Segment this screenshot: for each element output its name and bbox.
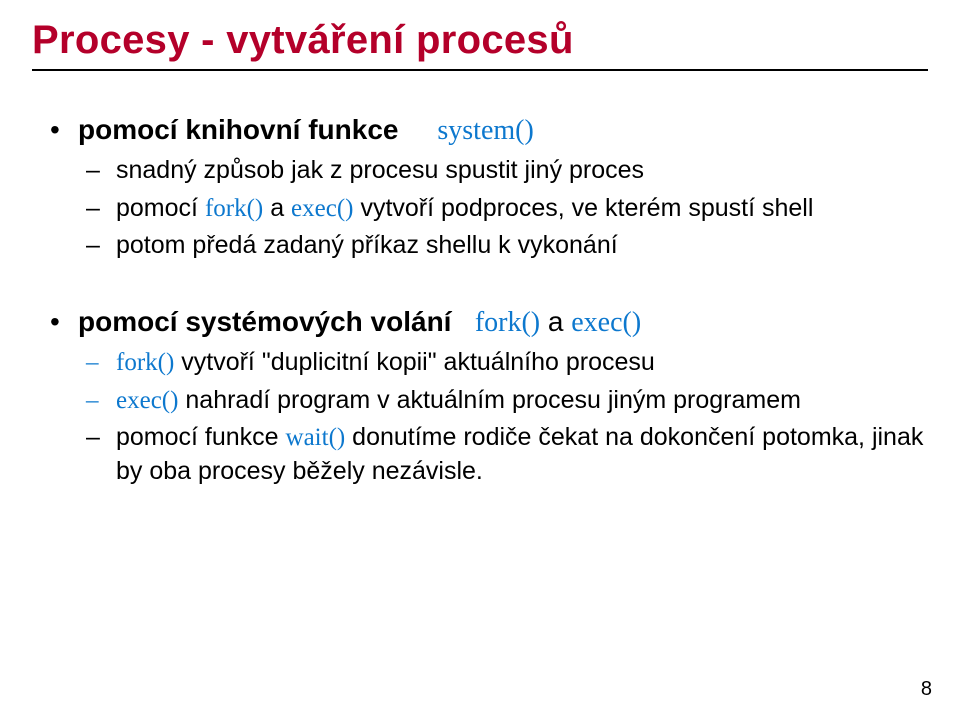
b2s3-code: wait() [286, 424, 346, 451]
title-underline [32, 69, 928, 71]
bullet-1-sub1: snadný způsob jak z procesu spustit jiný… [78, 154, 928, 188]
b2s2-code: exec() [116, 387, 178, 414]
b1s2-code2: exec() [291, 195, 353, 222]
spacer [50, 269, 928, 303]
bullet-1-sub3: potom předá zadaný příkaz shellu k vykon… [78, 229, 928, 263]
bullet-2-prefix: pomocí systémových volání [78, 306, 451, 337]
bullet-1-prefix: pomocí knihovní funkce [78, 114, 398, 145]
b2s2-text: nahradí program v aktuálním procesu jiný… [178, 386, 801, 414]
spacer-text2 [459, 306, 467, 337]
spacer-text [406, 114, 429, 145]
slide-title: Procesy - vytváření procesů [32, 18, 928, 63]
slide-content: pomocí knihovní funkce system() snadný z… [32, 111, 928, 489]
bullet-2-code2: exec() [571, 307, 641, 338]
bullet-2-code1: fork() [475, 307, 540, 338]
b1s2-prefix: pomocí [116, 194, 205, 222]
bullet-2-sub3: pomocí funkce wait() donutíme rodiče ček… [78, 421, 928, 489]
b2s3-prefix: pomocí funkce [116, 423, 286, 451]
bullet-1-code: system() [437, 115, 533, 146]
bullet-2-sublist: fork() vytvoří "duplicitní kopii" aktuál… [78, 346, 928, 489]
bullet-2-sub2: exec() nahradí program v aktuálním proce… [78, 384, 928, 418]
b2s1-text: vytvoří "duplicitní kopii" aktuálního pr… [174, 348, 655, 376]
b1s2-mid: a [263, 194, 291, 222]
b1s2-code1: fork() [205, 195, 263, 222]
bullet-1-sub2: pomocí fork() a exec() vytvoří podproces… [78, 192, 928, 226]
page-number: 8 [921, 678, 932, 701]
bullet-2-sub1: fork() vytvoří "duplicitní kopii" aktuál… [78, 346, 928, 380]
bullet-2-mid: a [540, 306, 571, 337]
b2s1-code: fork() [116, 349, 174, 376]
bullet-1: pomocí knihovní funkce system() snadný z… [50, 111, 928, 263]
bullet-1-sublist: snadný způsob jak z procesu spustit jiný… [78, 154, 928, 263]
b1s2-suffix: vytvoří podproces, ve kterém spustí shel… [354, 194, 814, 222]
bullet-list: pomocí knihovní funkce system() snadný z… [50, 111, 928, 489]
bullet-2: pomocí systémových volání fork() a exec(… [50, 303, 928, 489]
